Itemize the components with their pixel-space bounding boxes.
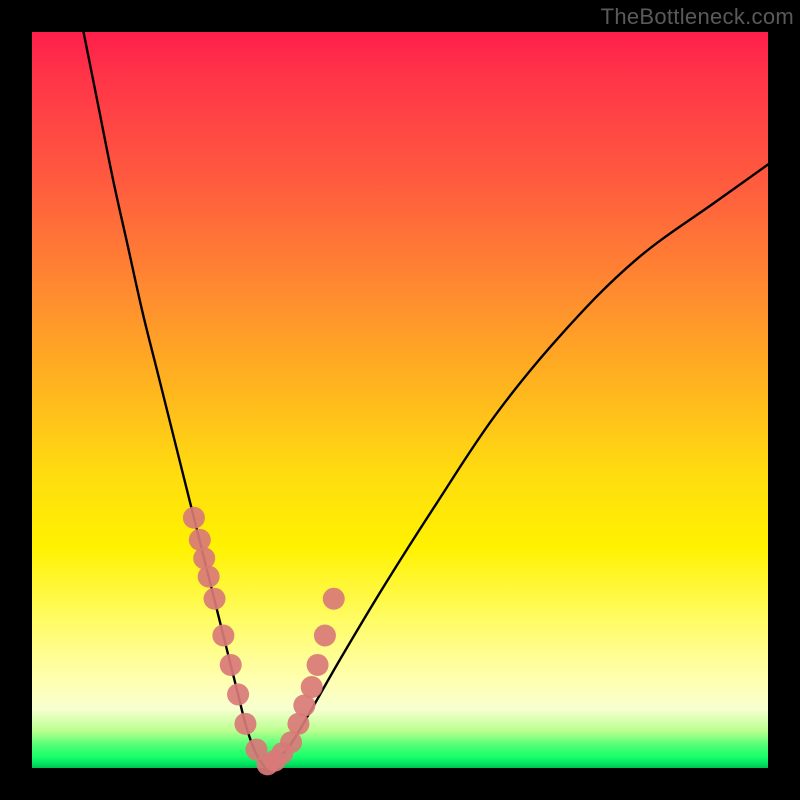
highlight-marker <box>189 529 211 551</box>
highlight-markers <box>183 507 345 776</box>
bottleneck-curve <box>84 32 768 768</box>
highlight-marker <box>212 625 234 647</box>
highlight-marker <box>193 547 215 569</box>
highlight-marker <box>323 588 345 610</box>
chart-frame: TheBottleneck.com <box>0 0 800 800</box>
curve-svg <box>32 32 768 768</box>
plot-area <box>32 32 768 768</box>
highlight-marker <box>314 625 336 647</box>
highlight-marker <box>220 654 242 676</box>
highlight-marker <box>183 507 205 529</box>
highlight-marker <box>307 654 329 676</box>
highlight-marker <box>198 566 220 588</box>
highlight-marker <box>227 683 249 705</box>
watermark-text: TheBottleneck.com <box>601 4 794 30</box>
highlight-marker <box>234 713 256 735</box>
highlight-marker <box>301 676 323 698</box>
highlight-marker <box>204 588 226 610</box>
